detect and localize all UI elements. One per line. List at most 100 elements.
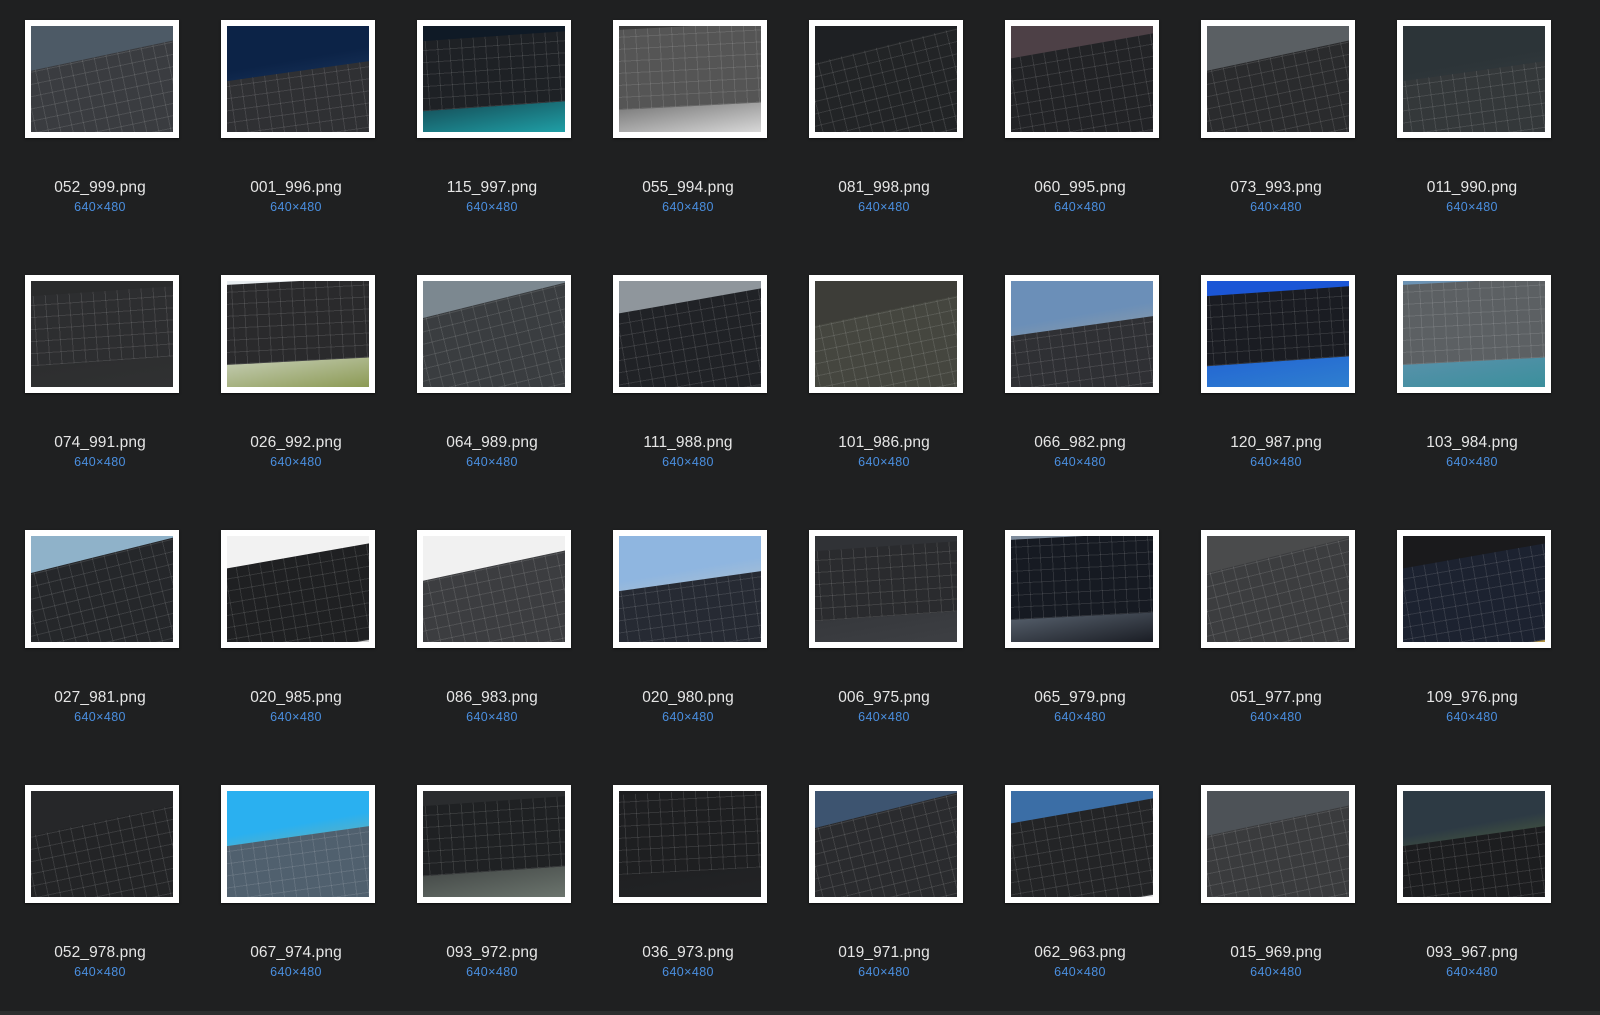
thumbnail[interactable] — [221, 275, 375, 393]
thumbnail[interactable] — [1201, 275, 1355, 393]
thumbnail[interactable] — [1005, 20, 1159, 138]
file-tile[interactable]: 081_998.png 640×480 — [784, 0, 984, 260]
file-tile[interactable]: 086_983.png 640×480 — [392, 510, 592, 770]
file-name[interactable]: 020_980.png — [588, 689, 788, 707]
file-tile[interactable]: 073_993.png 640×480 — [1176, 0, 1376, 260]
thumbnail[interactable] — [417, 530, 571, 648]
file-tile[interactable]: 060_995.png 640×480 — [980, 0, 1180, 260]
file-name[interactable]: 066_982.png — [980, 434, 1180, 452]
file-name[interactable]: 006_975.png — [784, 689, 984, 707]
file-name[interactable]: 067_974.png — [196, 944, 396, 962]
file-name[interactable]: 109_976.png — [1372, 689, 1572, 707]
file-tile[interactable]: 064_989.png 640×480 — [392, 255, 592, 515]
file-name[interactable]: 015_969.png — [1176, 944, 1376, 962]
file-tile[interactable]: 052_978.png 640×480 — [0, 765, 200, 1015]
file-tile[interactable]: 052_999.png 640×480 — [0, 0, 200, 260]
file-tile[interactable]: 074_991.png 640×480 — [0, 255, 200, 515]
file-tile[interactable]: 006_975.png 640×480 — [784, 510, 984, 770]
file-name[interactable]: 001_996.png — [196, 179, 396, 197]
thumbnail[interactable] — [1397, 530, 1551, 648]
file-tile[interactable]: 109_976.png 640×480 — [1372, 510, 1572, 770]
file-name[interactable]: 026_992.png — [196, 434, 396, 452]
image-thumbnail-icon — [1011, 26, 1153, 132]
file-name[interactable]: 111_988.png — [588, 434, 788, 452]
file-name[interactable]: 086_983.png — [392, 689, 592, 707]
thumbnail[interactable] — [1201, 785, 1355, 903]
thumbnail[interactable] — [417, 785, 571, 903]
file-tile[interactable]: 036_973.png 640×480 — [588, 765, 788, 1015]
file-name[interactable]: 011_990.png — [1372, 179, 1572, 197]
file-name[interactable]: 060_995.png — [980, 179, 1180, 197]
thumbnail[interactable] — [221, 785, 375, 903]
file-tile[interactable]: 055_994.png 640×480 — [588, 0, 788, 260]
file-tile[interactable]: 067_974.png 640×480 — [196, 765, 396, 1015]
file-tile[interactable]: 111_988.png 640×480 — [588, 255, 788, 515]
thumbnail[interactable] — [809, 530, 963, 648]
thumbnail[interactable] — [25, 20, 179, 138]
thumbnail[interactable] — [1397, 785, 1551, 903]
file-name[interactable]: 115_997.png — [392, 179, 592, 197]
file-tile[interactable]: 120_987.png 640×480 — [1176, 255, 1376, 515]
file-name[interactable]: 093_972.png — [392, 944, 592, 962]
file-name[interactable]: 052_978.png — [0, 944, 200, 962]
file-name[interactable]: 065_979.png — [980, 689, 1180, 707]
file-tile[interactable]: 115_997.png 640×480 — [392, 0, 592, 260]
file-name[interactable]: 103_984.png — [1372, 434, 1572, 452]
file-tile[interactable]: 020_985.png 640×480 — [196, 510, 396, 770]
file-name[interactable]: 019_971.png — [784, 944, 984, 962]
thumbnail[interactable] — [221, 20, 375, 138]
file-name[interactable]: 052_999.png — [0, 179, 200, 197]
thumbnail[interactable] — [25, 785, 179, 903]
thumbnail[interactable] — [25, 275, 179, 393]
thumbnail[interactable] — [1005, 275, 1159, 393]
file-tile[interactable]: 026_992.png 640×480 — [196, 255, 396, 515]
thumbnail[interactable] — [613, 530, 767, 648]
file-name[interactable]: 027_981.png — [0, 689, 200, 707]
file-name[interactable]: 064_989.png — [392, 434, 592, 452]
thumbnail[interactable] — [809, 785, 963, 903]
thumbnail[interactable] — [613, 275, 767, 393]
file-tile[interactable]: 066_982.png 640×480 — [980, 255, 1180, 515]
file-name[interactable]: 074_991.png — [0, 434, 200, 452]
thumbnail[interactable] — [1397, 20, 1551, 138]
file-name[interactable]: 093_967.png — [1372, 944, 1572, 962]
thumbnail[interactable] — [1005, 530, 1159, 648]
file-name[interactable]: 062_963.png — [980, 944, 1180, 962]
thumbnail[interactable] — [1397, 275, 1551, 393]
thumbnail[interactable] — [613, 785, 767, 903]
file-tile[interactable]: 062_963.png 640×480 — [980, 765, 1180, 1015]
file-tile[interactable]: 001_996.png 640×480 — [196, 0, 396, 260]
file-tile[interactable]: 020_980.png 640×480 — [588, 510, 788, 770]
file-name[interactable]: 081_998.png — [784, 179, 984, 197]
file-name[interactable]: 055_994.png — [588, 179, 788, 197]
file-tile[interactable]: 093_967.png 640×480 — [1372, 765, 1572, 1015]
file-tile[interactable]: 065_979.png 640×480 — [980, 510, 1180, 770]
thumbnail[interactable] — [613, 20, 767, 138]
thumbnail[interactable] — [1005, 785, 1159, 903]
keyboard-shape — [1403, 281, 1545, 366]
file-tile[interactable]: 051_977.png 640×480 — [1176, 510, 1376, 770]
file-tile[interactable]: 015_969.png 640×480 — [1176, 765, 1376, 1015]
bottom-divider — [0, 1011, 1600, 1015]
file-name[interactable]: 101_986.png — [784, 434, 984, 452]
thumbnail[interactable] — [221, 530, 375, 648]
thumbnail[interactable] — [1201, 530, 1355, 648]
thumbnail[interactable] — [1201, 20, 1355, 138]
thumbnail[interactable] — [417, 275, 571, 393]
thumbnail[interactable] — [417, 20, 571, 138]
file-tile[interactable]: 101_986.png 640×480 — [784, 255, 984, 515]
file-name[interactable]: 036_973.png — [588, 944, 788, 962]
thumbnail[interactable] — [25, 530, 179, 648]
thumbnail[interactable] — [809, 275, 963, 393]
file-tile[interactable]: 093_972.png 640×480 — [392, 765, 592, 1015]
image-dimensions: 640×480 — [1054, 710, 1106, 724]
file-name[interactable]: 020_985.png — [196, 689, 396, 707]
file-name[interactable]: 051_977.png — [1176, 689, 1376, 707]
file-tile[interactable]: 011_990.png 640×480 — [1372, 0, 1572, 260]
file-tile[interactable]: 027_981.png 640×480 — [0, 510, 200, 770]
file-tile[interactable]: 103_984.png 640×480 — [1372, 255, 1572, 515]
file-tile[interactable]: 019_971.png 640×480 — [784, 765, 984, 1015]
thumbnail[interactable] — [809, 20, 963, 138]
file-name[interactable]: 120_987.png — [1176, 434, 1376, 452]
file-name[interactable]: 073_993.png — [1176, 179, 1376, 197]
